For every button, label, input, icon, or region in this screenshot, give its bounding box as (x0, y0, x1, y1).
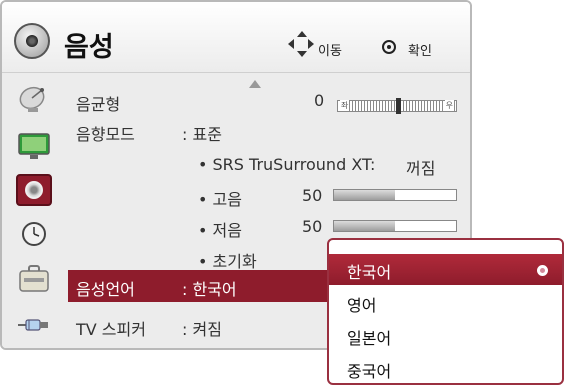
input-plug-icon[interactable] (16, 309, 52, 341)
bass-slider-fill (334, 221, 395, 231)
balance-left-label: 좌 (340, 100, 350, 111)
clock-icon[interactable] (16, 218, 52, 250)
page-title: 음성 (64, 32, 114, 63)
move-hint: 이동 (318, 44, 342, 59)
reset-label[interactable]: • 초기화 (198, 248, 257, 272)
dropdown-option-japanese[interactable]: 일본어 (329, 320, 562, 351)
balance-label[interactable]: 음균형 (76, 91, 120, 115)
radio-selected-icon (537, 265, 548, 276)
panel-header: 음성 이동 확인 (2, 2, 470, 73)
category-sidebar (2, 73, 68, 348)
treble-slider[interactable] (333, 189, 457, 201)
sound-mode-value: : 표준 (182, 125, 222, 144)
bass-slider[interactable] (333, 220, 457, 232)
tv-speaker-label[interactable]: TV 스피커 (76, 316, 146, 340)
monitor-icon[interactable] (16, 130, 52, 162)
satellite-dish-icon[interactable] (16, 84, 52, 116)
dropdown-option-english[interactable]: 영어 (329, 287, 562, 318)
dropdown-option-label: 중국어 (347, 362, 392, 381)
dropdown-option-label: 일본어 (347, 329, 392, 348)
scroll-up-arrow-icon[interactable] (249, 80, 261, 88)
balance-knob[interactable] (396, 98, 401, 114)
balance-right-label: 우 (444, 100, 454, 111)
lock-icon[interactable] (16, 263, 52, 295)
treble-slider-fill (334, 190, 395, 200)
ok-button-icon (382, 40, 396, 54)
audio-language-value: : 한국어 (182, 280, 237, 299)
tv-speaker-value: : 켜짐 (182, 320, 222, 339)
speaker-icon (14, 23, 50, 59)
srs-label[interactable]: • SRS TruSurround XT: (198, 155, 375, 174)
dropdown-option-korean[interactable]: 한국어 (329, 254, 562, 285)
speaker-icon[interactable] (16, 174, 52, 206)
balance-slider[interactable]: 좌 우 (337, 98, 457, 114)
language-dropdown[interactable]: 한국어 영어 일본어 중국어 (327, 238, 564, 385)
dropdown-option-label: 한국어 (347, 263, 392, 282)
sound-mode-label[interactable]: 음향모드 (76, 121, 135, 145)
audio-language-label: 음성언어 (76, 280, 135, 299)
balance-value: 0 (314, 91, 325, 110)
bass-label[interactable]: • 저음 (198, 217, 242, 241)
dropdown-option-label: 영어 (347, 296, 377, 315)
bass-value: 50 (302, 217, 323, 236)
ok-hint: 확인 (408, 44, 432, 59)
treble-value: 50 (302, 186, 323, 205)
dropdown-option-chinese[interactable]: 중국어 (329, 353, 562, 383)
srs-value: 꺼짐 (406, 159, 436, 178)
audio-language-row[interactable]: 음성언어 : 한국어 (68, 270, 333, 302)
treble-label[interactable]: • 고음 (198, 186, 242, 210)
